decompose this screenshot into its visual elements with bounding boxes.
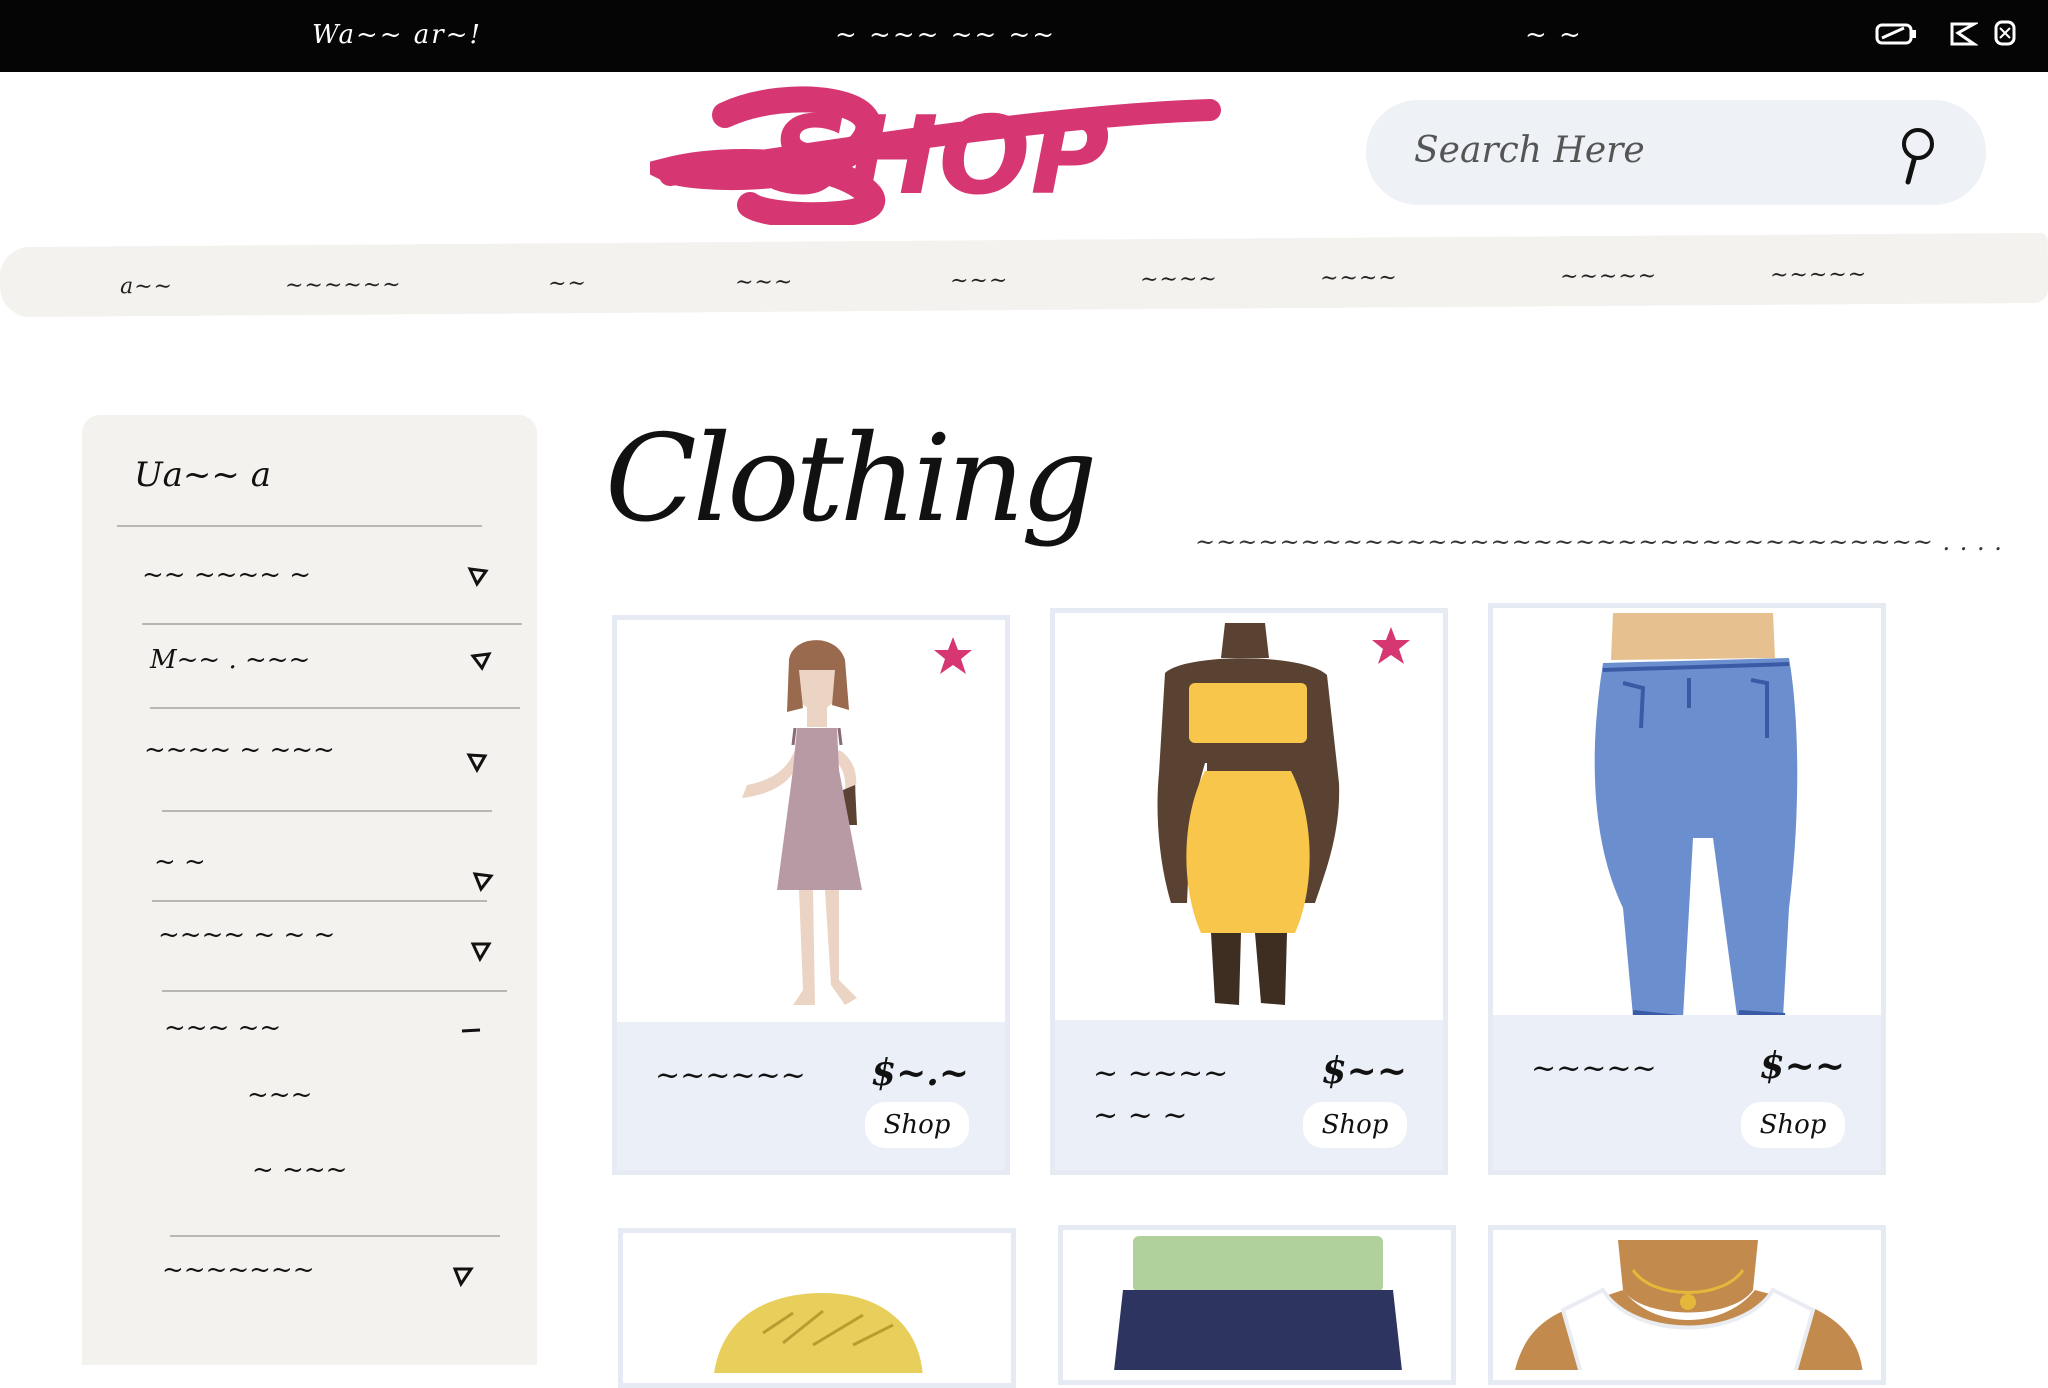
wifi-icon [1950,22,1978,46]
nav-item-1[interactable]: a~~ [120,274,173,299]
sidebar-item[interactable]: ~ ~ [154,847,206,877]
product-price: $~.~ [871,1052,969,1094]
sidebar-divider [150,707,520,709]
shop-button[interactable]: Shop [1303,1102,1407,1148]
sidebar-divider [142,623,522,625]
minus-icon[interactable] [460,1020,482,1042]
product-card[interactable]: ~~~~~ $~~ Shop [1488,603,1886,1175]
category-nav: a~~ ~~~~~~ ~~ ~~~ ~~~ ~~~~ ~~~~ ~~~~~ ~~… [0,232,2048,318]
pink-dress-image [742,640,862,1005]
favorite-star-icon[interactable] [930,633,976,679]
sidebar-divider [152,900,487,902]
blue-jeans-image [1594,613,1798,1021]
product-card[interactable] [1488,1225,1886,1385]
sidebar-divider [170,1235,500,1237]
product-name: ~~~~~~ [655,1058,806,1093]
status-right-text: ~ ~ [1525,20,1583,50]
sidebar-item[interactable]: ~~~~ ~ ~ ~ [158,920,335,950]
nav-item-3[interactable]: ~~ [548,271,587,296]
sidebar-title: Ua~~ a [134,455,271,495]
status-center-text: ~ ~~~ ~~ ~~ [835,20,1057,50]
search-placeholder: Search Here [1414,130,1645,171]
filter-sidebar: Ua~~ a ~~ ~~~~ ~ M~~ . ~~~ ~~~~ ~ ~~~ ~ … [82,415,537,1365]
product-card-footer: ~ ~~~~ ~ ~ ~ $~~ Shop [1055,1020,1443,1170]
page-title: Clothing [605,410,1097,549]
sidebar-item[interactable]: ~~~~ ~ ~~~ [144,735,335,765]
favorite-star-icon[interactable] [1368,623,1414,669]
status-left-text: Wa~~ ar~! [312,20,482,50]
nav-item-6[interactable]: ~~~~ [1140,267,1218,293]
product-name: ~~~~~ [1531,1051,1657,1086]
product-card[interactable] [1058,1225,1456,1385]
nav-item-9[interactable]: ~~~~~ [1770,262,1867,288]
sidebar-subitem[interactable]: ~ ~~~ [252,1155,347,1185]
shop-button[interactable]: Shop [865,1102,969,1148]
navy-skirt-image [1114,1236,1402,1370]
shop-button[interactable]: Shop [1741,1102,1845,1148]
product-card[interactable]: ~ ~~~~ ~ ~ ~ $~~ Shop [1050,608,1448,1175]
nav-item-5[interactable]: ~~~ [950,268,1008,293]
nav-item-7[interactable]: ~~~~ [1320,265,1398,291]
sidebar-divider [162,810,492,812]
product-price: $~~ [1321,1050,1407,1092]
battery-icon [1875,23,1916,45]
page-subtitle: ~~~~~~~~~~~~~~~~~~~~~~~~~~~~~~~~~~~ . . … [1195,528,2003,556]
nav-item-2[interactable]: ~~~~~~ [285,272,402,298]
product-card-footer: ~~~~~ $~~ Shop [1493,1015,1881,1170]
product-price: $~~ [1759,1045,1845,1087]
sidebar-divider [117,525,482,527]
chevron-icon[interactable] [470,650,492,672]
sidebar-item[interactable]: M~~ . ~~~ [150,645,310,675]
sidebar-divider [162,990,507,992]
search-input[interactable]: Search Here [1366,100,1986,205]
nav-item-4[interactable]: ~~~ [735,270,793,295]
sidebar-item[interactable]: ~~~~~~~ [162,1255,315,1285]
chevron-icon[interactable] [466,751,488,773]
product-card-footer: ~~~~~~ $~.~ Shop [617,1022,1005,1170]
logo-text: SHOP [770,94,1109,219]
chevron-icon[interactable] [467,565,489,587]
straw-hat-image [714,1293,923,1373]
white-top-image [1515,1240,1863,1370]
sidebar-subitem[interactable]: ~~~ [247,1080,312,1110]
product-subname: ~ ~ ~ [1093,1098,1188,1133]
status-bar: Wa~~ ar~! ~ ~~~ ~~ ~~ ~ ~ [0,0,2048,72]
product-card[interactable]: ~~~~~~ $~.~ Shop [612,615,1010,1175]
signal-icon [1994,20,2016,46]
sidebar-item[interactable]: ~~~ ~~ [164,1013,281,1043]
sidebar-item[interactable]: ~~ ~~~~ ~ [142,560,311,590]
chevron-icon[interactable] [470,940,492,962]
chevron-icon[interactable] [452,1265,474,1287]
yellow-two-piece-image [1157,623,1340,1005]
nav-item-8[interactable]: ~~~~~ [1560,264,1657,290]
product-name: ~ ~~~~ [1093,1056,1229,1091]
search-icon[interactable] [1886,122,1946,190]
product-card[interactable] [618,1228,1016,1388]
shop-logo[interactable]: SHOP [650,75,1230,225]
chevron-icon[interactable] [472,870,494,892]
